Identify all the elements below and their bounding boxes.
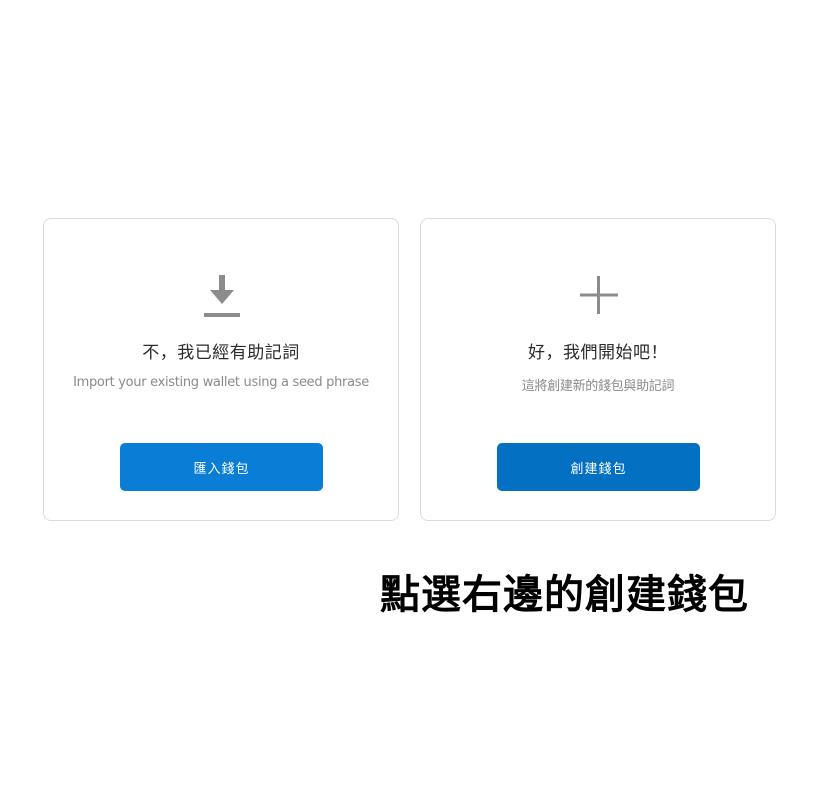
import-card-subtitle: Import your existing wallet using a seed… xyxy=(73,375,369,390)
create-card-subtitle: 這將創建新的錢包與助記詞 xyxy=(521,379,675,394)
wallet-setup-screen: 不，我已經有助記詞 Import your existing wallet us… xyxy=(0,0,824,786)
create-wallet-button[interactable]: 創建錢包 xyxy=(497,443,700,491)
import-wallet-button[interactable]: 匯入錢包 xyxy=(120,443,323,491)
instruction-caption: 點選右邊的創建錢包 xyxy=(380,572,749,618)
download-icon xyxy=(198,270,246,320)
create-card-title: 好，我們開始吧！ xyxy=(528,343,668,363)
import-card-title: 不，我已經有助記詞 xyxy=(142,343,300,363)
plus-icon xyxy=(575,270,623,320)
